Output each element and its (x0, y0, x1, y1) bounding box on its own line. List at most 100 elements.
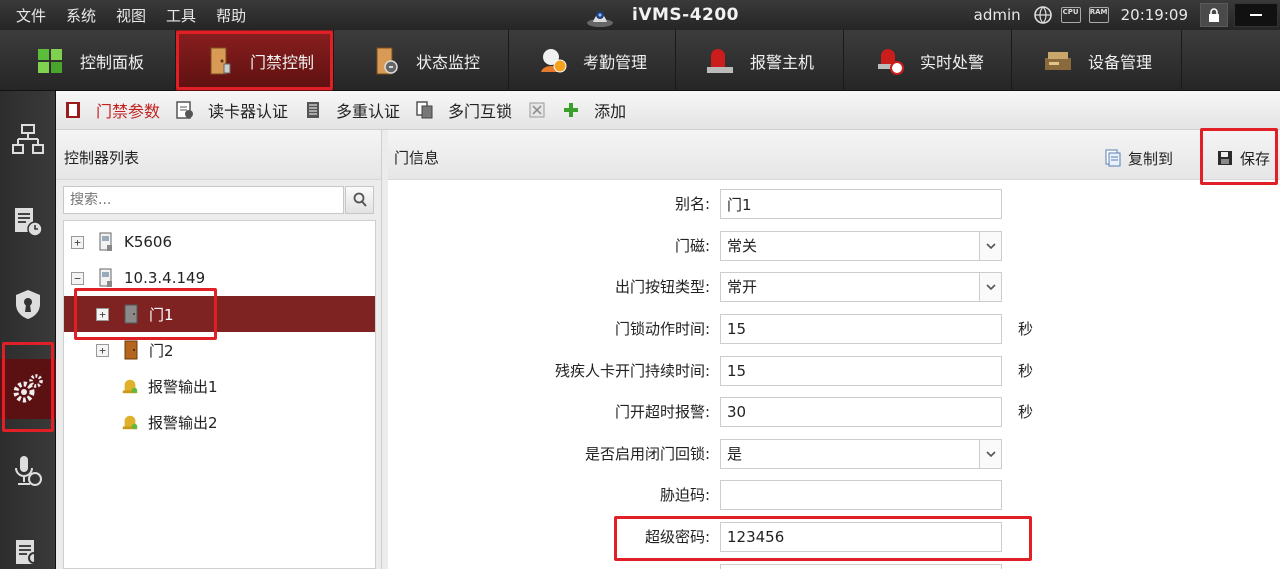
sidebar-item-security[interactable] (0, 274, 56, 334)
field-open-timeout-alarm: 门开超时报警: 秒 (388, 397, 1280, 427)
save-icon (1216, 149, 1234, 167)
tab-alarm-host[interactable]: 报警主机 (676, 30, 844, 91)
left-sidebar (0, 91, 56, 569)
expand-toggle[interactable]: + (71, 235, 84, 249)
chevron-down-icon (979, 273, 1001, 301)
tree-node-alarm-output-2[interactable]: 报警输出2 (64, 404, 375, 440)
report-search-icon (16, 540, 40, 564)
ram-icon: RAM (1088, 5, 1109, 25)
lock-icon (1209, 8, 1219, 22)
tab-label: 门禁控制 (250, 52, 315, 72)
lock-button[interactable] (1200, 3, 1228, 27)
menu-right: admin CPU RAM 20:19:09 (974, 0, 1280, 30)
chevron-down-icon (979, 232, 1001, 260)
minimize-button[interactable] (1234, 3, 1278, 27)
field-label: 门磁: (674, 237, 710, 255)
unit-seconds: 秒 (1018, 320, 1034, 338)
menu-help[interactable]: 帮助 (206, 5, 256, 26)
menu-tools[interactable]: 工具 (156, 5, 206, 26)
control-panel-icon (34, 45, 66, 77)
tree-node-label: 报警输出1 (148, 377, 218, 396)
door-form: 别名: 门磁: 常关 出门按钮类型: 常开 门锁动作时间: 秒 残疾人卡开门持续… (388, 180, 1280, 569)
tree-node-door2[interactable]: + 门2 (64, 332, 375, 368)
copy-to-button[interactable]: 复制到 (1104, 130, 1173, 186)
next-field-input[interactable] (720, 564, 1002, 569)
tab-label: 控制面板 (80, 52, 145, 72)
sidebar-item-report[interactable] (0, 521, 56, 569)
globe-icon[interactable] (1033, 5, 1053, 25)
tab-reader-auth[interactable]: 读卡器认证 (170, 91, 298, 130)
username[interactable]: admin (974, 6, 1021, 24)
field-lock-action-time: 门锁动作时间: 秒 (388, 314, 1280, 344)
tab-door-parameters[interactable]: 门禁参数 (56, 91, 170, 130)
expand-toggle[interactable]: + (96, 343, 109, 357)
tab-label: 考勤管理 (583, 52, 648, 72)
super-password-input[interactable] (720, 522, 1002, 552)
collapse-toggle[interactable]: − (71, 271, 84, 285)
disabled-card-duration-input[interactable] (720, 356, 1002, 386)
search-icon (353, 192, 367, 207)
alias-input[interactable] (720, 189, 1002, 219)
tab-interlock[interactable]: 多门互锁 (410, 91, 522, 130)
search-button[interactable] (345, 186, 374, 214)
lock-action-time-input[interactable] (720, 314, 1002, 344)
exit-button-type-select[interactable]: 常开 (720, 272, 1002, 302)
mic-icon (15, 456, 42, 486)
sidebar-item-log[interactable] (0, 191, 56, 251)
tree-node-k5606[interactable]: + K5606 (64, 224, 375, 260)
interlock-icon (416, 101, 434, 119)
tree-node-door1[interactable]: + 门1 (64, 296, 375, 332)
close-relock-select[interactable]: 是 (720, 439, 1002, 469)
subtab-label: 门禁参数 (96, 102, 161, 121)
select-value: 常开 (727, 278, 758, 296)
field-super-password: 超级密码: (388, 522, 1280, 552)
select-value: 是 (727, 445, 743, 463)
door-info-title: 门信息 (394, 149, 440, 167)
alarm-handling-icon (874, 45, 906, 77)
tab-status-monitor[interactable]: 状态监控 (334, 30, 509, 91)
access-door-icon (204, 45, 236, 77)
expand-toggle[interactable]: + (96, 307, 109, 321)
add-tab-button[interactable]: 添加 (556, 91, 636, 130)
tab-attendance[interactable]: 考勤管理 (509, 30, 676, 91)
tab-close-button[interactable] (522, 91, 556, 130)
tab-device-management[interactable]: 设备管理 (1012, 30, 1182, 91)
reader-icon (176, 101, 194, 119)
save-button[interactable]: 保存 (1216, 130, 1270, 186)
sidebar-item-network[interactable] (0, 109, 56, 169)
field-label: 出门按钮类型: (614, 278, 710, 296)
search-input[interactable] (63, 186, 344, 214)
multi-auth-icon (304, 101, 322, 119)
tree-node-label: K5606 (124, 233, 173, 251)
open-timeout-alarm-input[interactable] (720, 397, 1002, 427)
save-label: 保存 (1240, 149, 1271, 168)
duress-code-input[interactable] (720, 480, 1002, 510)
tree-node-alarm-output-1[interactable]: 报警输出1 (64, 368, 375, 404)
field-label: 门开超时报警: (614, 403, 710, 421)
cpu-icon: CPU (1060, 5, 1081, 25)
unit-seconds: 秒 (1018, 362, 1034, 380)
settings-icon (13, 374, 43, 403)
tab-control-panel[interactable]: 控制面板 (0, 30, 176, 91)
status-monitor-icon (370, 45, 402, 77)
controller-icon (97, 231, 115, 253)
sidebar-item-voice[interactable] (0, 441, 56, 501)
tab-access-control[interactable]: 门禁控制 (176, 30, 334, 91)
tree-node-controller[interactable]: − 10.3.4.149 (64, 260, 375, 296)
tree-node-label: 门1 (149, 305, 174, 324)
controller-panel-title: 控制器列表 (56, 130, 381, 180)
chevron-down-icon (979, 440, 1001, 468)
subtab-label: 读卡器认证 (208, 102, 289, 121)
tab-alarm-handling[interactable]: 实时处警 (844, 30, 1012, 91)
menu-view[interactable]: 视图 (106, 5, 156, 26)
door-contact-select[interactable]: 常关 (720, 231, 1002, 261)
menu-file[interactable]: 文件 (6, 5, 56, 26)
tab-multi-auth[interactable]: 多重认证 (298, 91, 410, 130)
menu-list: 文件 系统 视图 工具 帮助 (6, 0, 256, 30)
alarm-bell-icon (121, 375, 139, 397)
field-door-contact: 门磁: 常关 (388, 231, 1280, 261)
sidebar-item-settings[interactable] (0, 359, 56, 419)
minimize-icon (1250, 14, 1262, 16)
field-alias: 别名: (388, 189, 1280, 219)
menu-system[interactable]: 系统 (56, 5, 106, 26)
